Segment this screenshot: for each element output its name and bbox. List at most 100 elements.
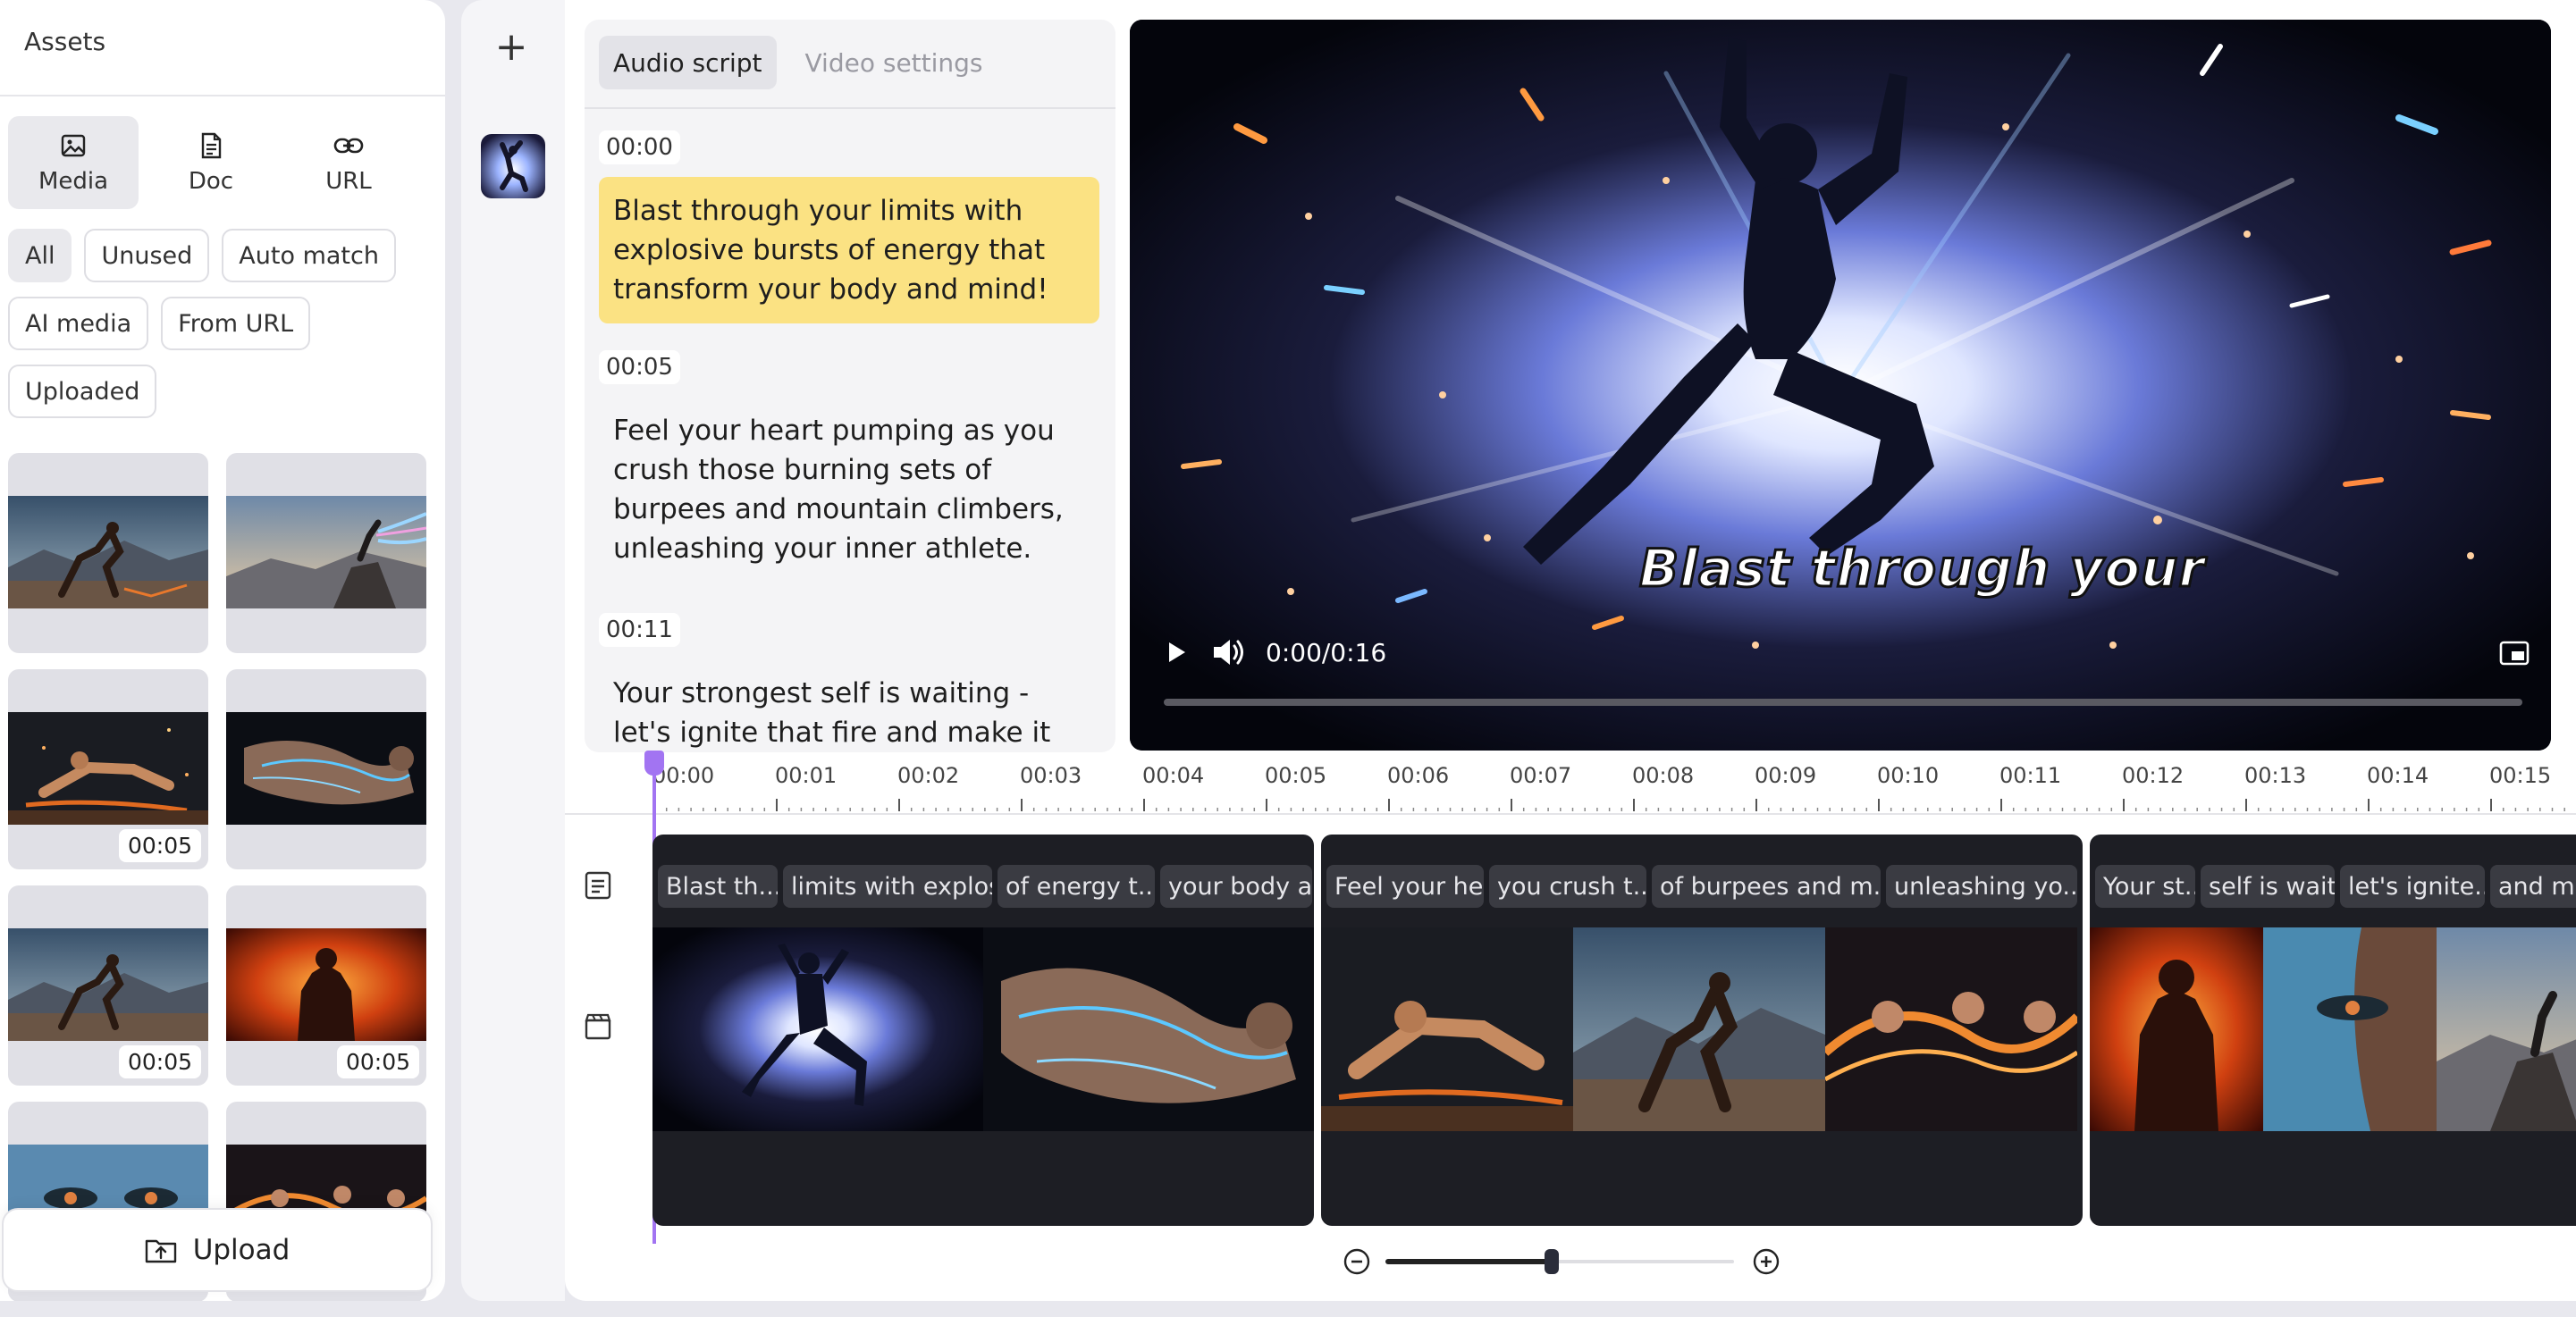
clip-frame xyxy=(983,927,1314,1131)
segment-text[interactable]: Feel your heart pumping as you crush tho… xyxy=(599,397,1099,583)
segment-text[interactable]: Your strongest self is waiting - let's i… xyxy=(599,659,1099,752)
segment-timestamp: 00:00 xyxy=(599,130,680,164)
scene-rail: + xyxy=(461,0,565,1301)
script-segment[interactable]: 00:11 Your strongest self is waiting - l… xyxy=(599,613,1099,752)
media-thumbnail xyxy=(226,928,426,1041)
clip-frame xyxy=(1321,927,1573,1131)
clip-caption-words: Blast th... limits with explos... of ene… xyxy=(652,865,1312,908)
caption-word[interactable]: let's ignite... xyxy=(2340,865,2485,908)
script-segment[interactable]: 00:05 Feel your heart pumping as you cru… xyxy=(599,350,1099,583)
zoom-out-icon[interactable] xyxy=(1343,1247,1371,1276)
timeline-clip[interactable]: Your st... self is wait... let's ignite.… xyxy=(2090,835,2576,1226)
tab-video-settings[interactable]: Video settings xyxy=(791,36,998,89)
clip-frames xyxy=(2090,927,2576,1131)
caption-word[interactable]: your body a... xyxy=(1160,865,1312,908)
filter-from-url[interactable]: From URL xyxy=(161,297,311,350)
tab-url[interactable]: URL xyxy=(283,116,414,209)
media-card[interactable]: 00:05 xyxy=(8,669,208,869)
filter-auto-match[interactable]: Auto match xyxy=(222,229,396,282)
filter-ai-media[interactable]: AI media xyxy=(8,297,149,350)
tab-doc[interactable]: Doc xyxy=(146,116,276,209)
caption-word[interactable]: limits with explos... xyxy=(783,865,992,908)
media-thumbnail xyxy=(8,712,208,825)
caption-word[interactable]: Feel your he... xyxy=(1326,865,1484,908)
video-progress-bar[interactable] xyxy=(1164,699,2522,706)
zoom-slider-handle[interactable] xyxy=(1545,1249,1559,1274)
tab-doc-label: Doc xyxy=(188,168,234,195)
media-card[interactable]: 00:05 xyxy=(8,885,208,1086)
zoom-slider-fill xyxy=(1385,1259,1551,1264)
tab-audio-script[interactable]: Audio script xyxy=(599,36,777,89)
clip-frame xyxy=(1825,927,2077,1131)
tab-media[interactable]: Media xyxy=(8,116,139,209)
ruler-tick-label: 00:06 xyxy=(1387,763,1450,788)
caption-word[interactable]: and mak xyxy=(2490,865,2576,908)
editor-main: Audio script Video settings 00:00 Blast … xyxy=(565,0,2576,1301)
video-caption: Blast through your xyxy=(1638,537,2206,600)
media-card[interactable] xyxy=(226,453,426,653)
media-card[interactable]: 00:05 xyxy=(226,885,426,1086)
caption-word[interactable]: Blast th... xyxy=(658,865,778,908)
ruler-tick-label: 00:04 xyxy=(1142,763,1205,788)
asset-filters: All Unused Auto match AI media From URL … xyxy=(8,229,437,418)
playhead-handle[interactable] xyxy=(644,751,664,776)
zoom-in-icon[interactable] xyxy=(1752,1247,1780,1276)
timeline-zoom xyxy=(1343,1242,1825,1281)
ruler-tick-label: 00:05 xyxy=(1265,763,1327,788)
play-icon[interactable] xyxy=(1162,638,1191,667)
caption-word[interactable]: self is wait... xyxy=(2201,865,2335,908)
media-card[interactable] xyxy=(226,669,426,869)
clip-frames xyxy=(652,927,1314,1131)
filter-all[interactable]: All xyxy=(8,229,72,282)
duration-badge: 00:05 xyxy=(118,829,201,862)
upload-button[interactable]: Upload xyxy=(2,1208,433,1292)
assets-panel: Assets Media Doc URL All Unused Auto mat… xyxy=(0,0,445,1301)
clip-frame xyxy=(652,927,983,1131)
caption-word[interactable]: Your st... xyxy=(2095,865,2195,908)
timeline-clip[interactable]: Feel your he... you crush t... of burpee… xyxy=(1321,835,2083,1226)
caption-word[interactable]: you crush t... xyxy=(1489,865,1646,908)
add-scene-button[interactable]: + xyxy=(493,24,529,70)
script-panel: Audio script Video settings 00:00 Blast … xyxy=(585,20,1115,752)
media-thumbnail xyxy=(8,496,208,608)
caption-word[interactable]: of burpees and m... xyxy=(1652,865,1881,908)
media-card[interactable] xyxy=(8,453,208,653)
ruler-ticks xyxy=(654,799,2565,811)
image-icon xyxy=(58,130,88,161)
upload-label: Upload xyxy=(192,1234,290,1266)
volume-icon[interactable] xyxy=(1210,636,1246,668)
document-icon xyxy=(196,130,226,161)
ruler-tick-label: 00:09 xyxy=(1755,763,1817,788)
scene-thumbnail[interactable] xyxy=(481,134,545,198)
filter-uploaded[interactable]: Uploaded xyxy=(8,365,157,418)
ruler-tick-label: 00:01 xyxy=(775,763,838,788)
script-segment[interactable]: 00:00 Blast through your limits with exp… xyxy=(599,130,1099,323)
clip-frame xyxy=(2090,927,2263,1131)
media-thumbnail xyxy=(226,496,426,608)
ruler-tick-label: 00:02 xyxy=(897,763,960,788)
video-player[interactable]: Blast through your 0:00/0:16 xyxy=(1130,20,2551,751)
caption-word[interactable]: unleashing yo... xyxy=(1886,865,2077,908)
clip-frame xyxy=(1573,927,1825,1131)
ruler-tick-label: 00:14 xyxy=(2367,763,2429,788)
video-track-icon xyxy=(585,1013,611,1040)
link-icon xyxy=(333,130,364,161)
timeline-clip[interactable]: Blast th... limits with explos... of ene… xyxy=(652,835,1314,1226)
segment-text[interactable]: Blast through your limits with explosive… xyxy=(599,177,1099,323)
duration-badge: 00:05 xyxy=(118,1045,201,1078)
ruler-tick-label: 00:13 xyxy=(2244,763,2307,788)
ruler-tick-label: 00:15 xyxy=(2489,763,2552,788)
media-thumbnail xyxy=(226,712,426,825)
divider xyxy=(0,95,445,96)
ruler-tick-label: 00:07 xyxy=(1510,763,1572,788)
timeline-ruler[interactable]: 00:00 00:01 00:02 00:03 00:04 00:05 00:06 00:07… xyxy=(565,759,2576,815)
asset-type-tabs: Media Doc URL xyxy=(8,116,414,209)
ruler-tick-label: 00:03 xyxy=(1020,763,1082,788)
captions-track-icon xyxy=(585,871,611,900)
filter-unused[interactable]: Unused xyxy=(84,229,210,282)
fullscreen-icon[interactable] xyxy=(2499,640,2530,667)
upload-folder-icon xyxy=(145,1239,176,1263)
ruler-tick-label: 00:10 xyxy=(1877,763,1940,788)
caption-word[interactable]: of energy t... xyxy=(998,865,1155,908)
tab-media-label: Media xyxy=(38,168,109,195)
